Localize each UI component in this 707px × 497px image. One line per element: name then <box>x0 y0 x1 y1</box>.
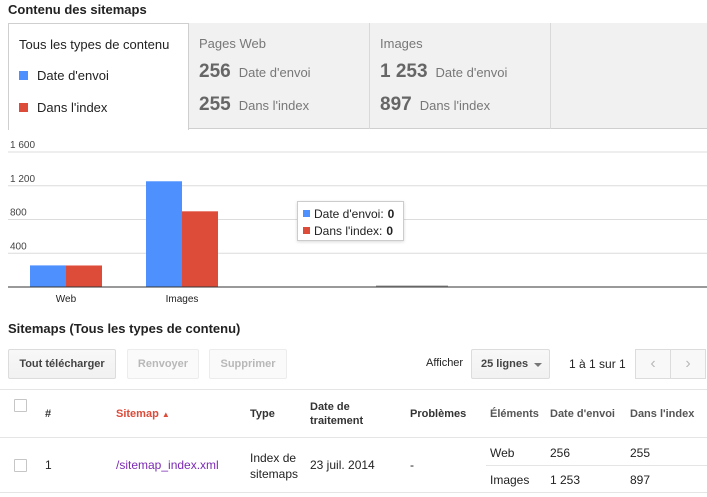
col-header-problems: Problèmes <box>410 408 467 420</box>
tooltip-swatch-red <box>303 227 310 234</box>
table-top-divider <box>0 389 707 390</box>
web-submitted-count: 256 <box>199 61 231 82</box>
web-indexed-label: Dans l'index <box>238 98 310 113</box>
legend-label-submitted: Date d'envoi <box>37 68 109 83</box>
content-type-tabs: Tous les types de contenu Date d'envoi D… <box>8 23 707 130</box>
y-tick-label: 1 200 <box>10 174 35 185</box>
bar <box>146 181 182 287</box>
rows-per-page-select[interactable]: 25 lignes <box>471 349 550 379</box>
y-tick-label: 400 <box>10 241 27 252</box>
tooltip-value-indexed: 0 <box>386 223 394 238</box>
col-header-elements: Éléments <box>490 408 539 420</box>
select-all-checkbox[interactable] <box>14 399 27 412</box>
element-web-indexed: 255 <box>630 446 651 460</box>
images-submitted-stat: 1 253 Date d'envoi <box>380 61 507 83</box>
tab-images-title: Images <box>380 36 423 51</box>
legend-indexed: Dans l'index <box>19 100 107 115</box>
legend-swatch-blue <box>19 71 28 80</box>
y-tick-label: 800 <box>10 208 27 219</box>
images-indexed-count: 897 <box>380 94 412 115</box>
sort-ascending-icon: ▲ <box>161 410 170 419</box>
web-indexed-stat: 255 Dans l'index <box>199 94 309 116</box>
bar <box>182 211 218 287</box>
images-indexed-stat: 897 Dans l'index <box>380 94 490 116</box>
element-images-submitted: 1 253 <box>550 473 581 487</box>
tooltip-label-indexed: Dans l'index: <box>314 223 383 238</box>
tab-web-title: Pages Web <box>199 36 266 51</box>
images-submitted-count: 1 253 <box>380 61 428 82</box>
web-submitted-label: Date d'envoi <box>238 65 311 80</box>
row-checkbox[interactable] <box>14 459 27 472</box>
bar <box>66 265 102 287</box>
chevron-right-icon: › <box>685 355 691 372</box>
col-header-sitemap-label: Sitemap <box>116 408 159 420</box>
elements-divider <box>486 465 707 466</box>
row-problems: - <box>410 458 414 472</box>
chevron-left-icon: ‹ <box>650 355 656 372</box>
tooltip-swatch-blue <box>303 210 310 217</box>
next-page-button[interactable]: › <box>670 349 706 379</box>
sitemaps-list-title: Sitemaps (Tous les types de contenu) <box>8 321 241 336</box>
tooltip-row-submitted: Date d'envoi: 0 <box>303 205 398 222</box>
x-tick-label: Web <box>56 294 77 305</box>
element-images-indexed: 897 <box>630 473 651 487</box>
images-indexed-label: Dans l'index <box>419 98 491 113</box>
col-header-number: # <box>45 408 52 420</box>
row-type-line2: sitemaps <box>250 467 299 481</box>
col-header-date-line1: Date de <box>310 401 350 413</box>
legend-label-indexed: Dans l'index <box>37 100 108 115</box>
show-label: Afficher <box>426 357 464 369</box>
tab-images[interactable]: Images 1 253 Date d'envoi 897 Dans l'ind… <box>370 23 551 129</box>
element-web-submitted: 256 <box>550 446 571 460</box>
tab-web-pages[interactable]: Pages Web 256 Date d'envoi 255 Dans l'in… <box>189 23 370 129</box>
chart-tooltip: Date d'envoi: 0 Dans l'index: 0 <box>297 201 404 241</box>
legend-submitted: Date d'envoi <box>19 68 109 83</box>
tooltip-value-submitted: 0 <box>387 206 395 221</box>
web-indexed-count: 255 <box>199 94 231 115</box>
bar <box>30 265 66 287</box>
col-header-date-line2: traitement <box>310 415 364 427</box>
row-number: 1 <box>45 458 52 472</box>
tab-all-content[interactable]: Tous les types de contenu Date d'envoi D… <box>8 23 189 130</box>
tab-all-title: Tous les types de contenu <box>19 37 170 52</box>
legend-swatch-red <box>19 103 28 112</box>
prev-page-button[interactable]: ‹ <box>635 349 671 379</box>
chevron-down-icon <box>534 363 542 367</box>
table-bottom-divider <box>0 492 707 493</box>
web-submitted-stat: 256 Date d'envoi <box>199 61 311 83</box>
y-tick-label: 1 600 <box>10 140 35 151</box>
element-web-name: Web <box>490 446 515 460</box>
rows-per-page-value: 25 lignes <box>481 358 529 370</box>
element-images-name: Images <box>490 473 530 487</box>
row-date: 23 juil. 2014 <box>310 458 375 472</box>
download-all-button[interactable]: Tout télécharger <box>8 349 116 379</box>
header-divider <box>0 437 707 438</box>
col-header-sitemap[interactable]: Sitemap ▲ <box>116 408 170 420</box>
delete-button[interactable]: Supprimer <box>209 349 287 379</box>
col-header-indexed: Dans l'index <box>630 408 695 420</box>
sitemap-link[interactable]: /sitemap_index.xml <box>116 458 219 472</box>
tooltip-row-indexed: Dans l'index: 0 <box>303 222 398 239</box>
col-header-type: Type <box>250 408 275 420</box>
resubmit-button[interactable]: Renvoyer <box>127 349 199 379</box>
col-header-submitted: Date d'envoi <box>550 408 615 420</box>
pagination-text: 1 à 1 sur 1 <box>569 357 626 371</box>
tooltip-label-submitted: Date d'envoi: <box>314 206 384 221</box>
x-tick-label: Images <box>166 294 199 305</box>
row-type-line1: Index de <box>250 451 297 465</box>
images-submitted-label: Date d'envoi <box>435 65 508 80</box>
section-title: Contenu des sitemaps <box>8 2 147 17</box>
